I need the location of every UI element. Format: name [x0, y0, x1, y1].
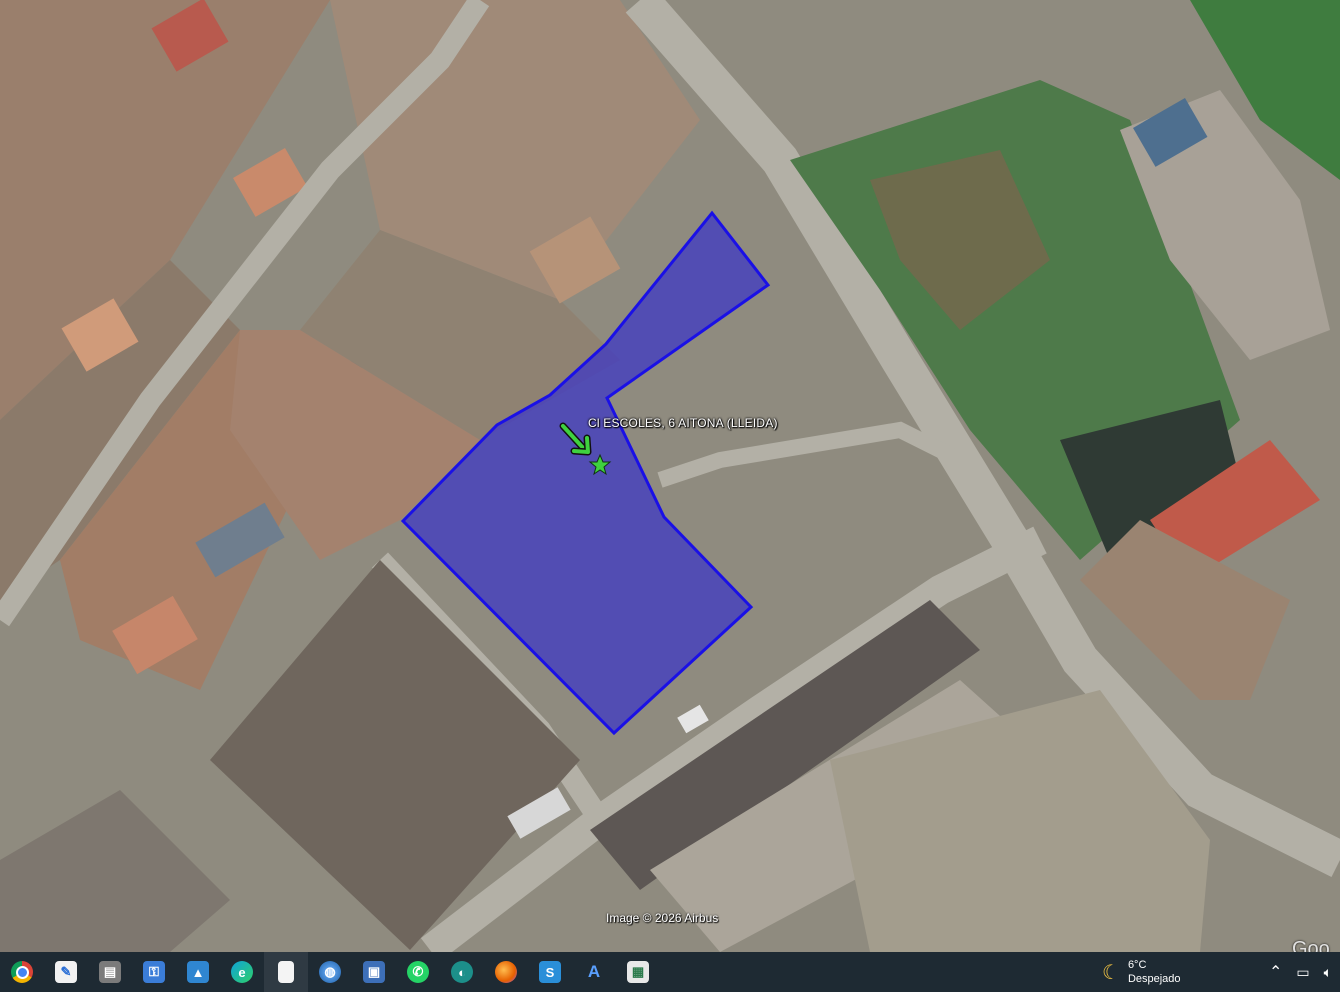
image-viewer-icon[interactable]: ▲: [176, 952, 220, 992]
weather-temperature: 6°C: [1127, 959, 1147, 971]
placemark-label[interactable]: Cl ESCOLES, 6 AITONA (LLEIDA): [588, 416, 778, 430]
chrome-icon[interactable]: [0, 952, 44, 992]
paint-icon[interactable]: ✎: [44, 952, 88, 992]
earth-icon[interactable]: ◍: [308, 952, 352, 992]
google-logo: Goo: [1292, 938, 1330, 952]
moon-icon: ☾: [1102, 961, 1120, 984]
floppy-save-icon[interactable]: ▣: [352, 952, 396, 992]
chevron-up-icon[interactable]: ⌃: [1269, 962, 1282, 982]
skype-icon[interactable]: S: [528, 952, 572, 992]
app-icon[interactable]: ◐: [440, 952, 484, 992]
network-icon[interactable]: ▭: [1296, 964, 1309, 981]
satellite-map[interactable]: Cl ESCOLES, 6 AITONA (LLEIDA) Image © 20…: [0, 0, 1340, 952]
system-tray: ⌃ ▭ 🔈︎: [1269, 952, 1332, 992]
volume-icon[interactable]: 🔈︎: [1324, 964, 1332, 981]
file-explorer-icon[interactable]: ▤: [88, 952, 132, 992]
file-icon[interactable]: [264, 952, 308, 992]
acrobat-icon[interactable]: A: [572, 952, 616, 992]
firefox-icon[interactable]: [484, 952, 528, 992]
photos-icon[interactable]: ⚿: [132, 952, 176, 992]
window-icon[interactable]: ▦: [616, 952, 660, 992]
windows-taskbar: ✎ ▤ ⚿ ▲ e ◍ ▣ ✆ ◐ S A ▦ ☾ 6°C Despejado …: [0, 952, 1340, 992]
satellite-imagery: [0, 0, 1340, 952]
weather-widget[interactable]: ☾ 6°C Despejado: [1102, 952, 1181, 992]
whatsapp-icon[interactable]: ✆: [396, 952, 440, 992]
edge-icon[interactable]: e: [220, 952, 264, 992]
imagery-attribution: Image © 2026 Airbus: [606, 911, 719, 925]
weather-condition: Despejado: [1127, 973, 1181, 985]
